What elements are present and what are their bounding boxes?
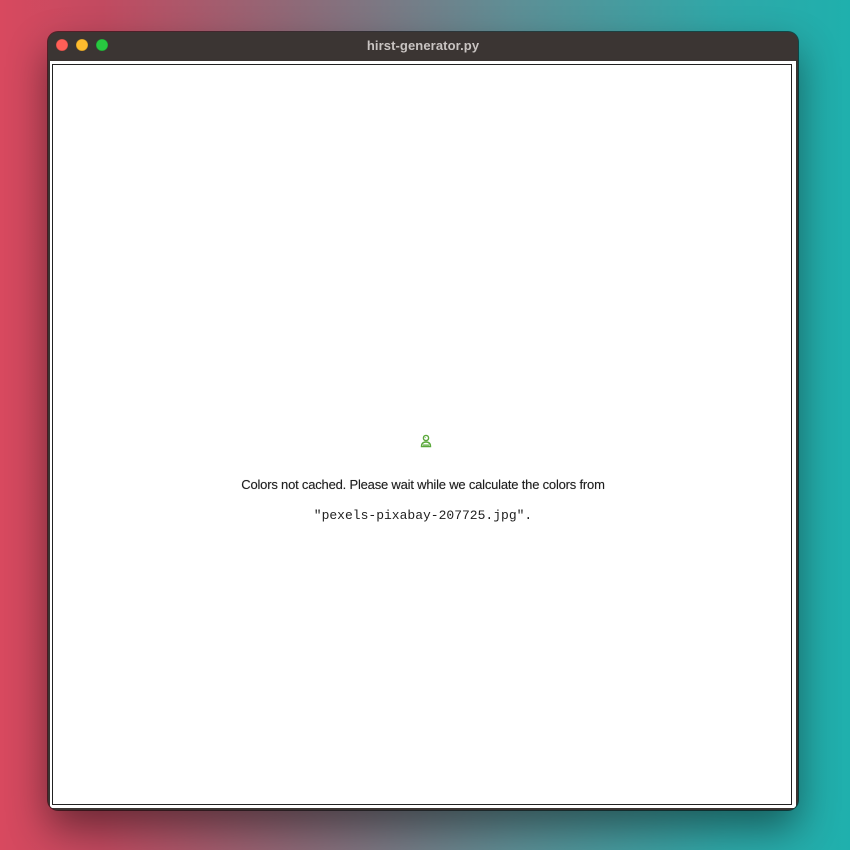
app-window: hirst-generator.py Colors not cached. Pl… <box>48 32 798 810</box>
status-filename: "pexels-pixabay-207725.jpg". <box>313 508 533 523</box>
status-message: Colors not cached. Please wait while we … <box>241 477 605 492</box>
turtle-canvas[interactable]: Colors not cached. Please wait while we … <box>52 64 792 805</box>
python-snake-icon <box>420 434 432 448</box>
title-bar[interactable]: hirst-generator.py <box>48 32 798 59</box>
window-content: Colors not cached. Please wait while we … <box>50 61 796 808</box>
window-title: hirst-generator.py <box>366 38 480 53</box>
